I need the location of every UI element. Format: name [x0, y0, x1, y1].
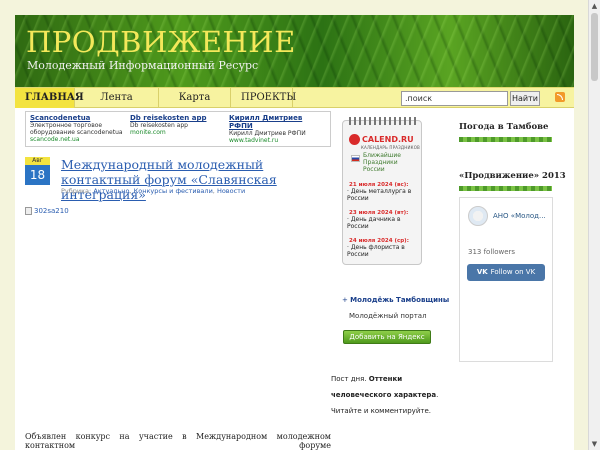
ad-title[interactable]: Кирилл Дмитриев РФПИ	[229, 114, 328, 130]
nav-item-home[interactable]: ГЛАВНАЯ	[15, 88, 84, 108]
calendar-rings-icon	[349, 117, 417, 125]
calendar-widget[interactable]: CALEND.RU КАЛЕНДАРЬ ПРАЗДНИКОВ Ближайшие…	[342, 117, 422, 265]
post-date-month: Авг	[25, 157, 50, 165]
holiday-name: · День флориста в России	[347, 244, 405, 258]
nav-item-news-feed[interactable]: Лента новостей.	[75, 88, 159, 123]
post-title-link[interactable]: Международный молодежный контактный фору…	[61, 157, 331, 202]
ad-text: Кирилл Дмитриев РФПИ	[229, 130, 306, 137]
vk-divider	[459, 186, 552, 191]
holidays-heading[interactable]: Ближайшие Праздники России	[363, 152, 419, 173]
main-nav: ГЛАВНАЯ Лента новостей. Карта сайта ПРОЕ…	[15, 87, 574, 123]
holiday-item[interactable]: 21 июля 2024 (вс): · День металлурга в Р…	[347, 182, 419, 202]
vk-group-name[interactable]: АНО «Молод...	[493, 212, 546, 220]
ad-url[interactable]: monite.com	[130, 129, 229, 136]
scroll-down-arrow-icon[interactable]: ▼	[589, 438, 600, 450]
scroll-up-arrow-icon[interactable]: ▲	[589, 0, 600, 12]
vk-widget: АНО «Молод... 313 followers VK Follow on …	[459, 197, 553, 362]
weather-divider	[459, 137, 552, 142]
rubric-link[interactable]: Актуально	[93, 187, 129, 195]
holiday-name: · День металлурга в России	[347, 188, 412, 202]
rubric-label: Рубрика:	[61, 187, 92, 195]
broken-image-icon	[25, 207, 32, 215]
search-input[interactable]: .поиск	[401, 91, 508, 106]
post-rubrics: Рубрика: Актуально, Конкурсы и фестивали…	[61, 187, 246, 195]
site-title[interactable]: ПРОДВИЖЕНИЕ	[26, 25, 296, 59]
header-banner: ПРОДВИЖЕНИЕ Молодежный Информационный Ре…	[15, 15, 574, 87]
add-to-yandex-button[interactable]: Добавить на Яндекс	[343, 330, 431, 344]
post-of-day-prefix: Пост дня.	[331, 375, 367, 383]
post-image-alt: 302sa210	[34, 207, 69, 215]
ad-item[interactable]: Scancodenetua Электронное торговое обору…	[30, 114, 129, 143]
rss-icon[interactable]	[555, 92, 565, 102]
weather-widget-title: Погода в Тамбове	[459, 122, 549, 132]
youth-tambov-link[interactable]: Молодёжь Тамбовщины	[350, 296, 449, 304]
nav-item-site-map[interactable]: Карта сайта	[159, 88, 231, 123]
calendar-logo[interactable]: CALEND.RU	[349, 132, 417, 146]
search-button[interactable]: Найти	[510, 91, 540, 106]
rubric-link[interactable]: Новости	[217, 187, 245, 195]
ad-url[interactable]: scancode.net.ua	[30, 136, 129, 143]
vk-avatar[interactable]	[468, 206, 488, 226]
page-scrollbar[interactable]: ▲ ▼	[588, 0, 600, 450]
post-of-day: Пост дня. Оттенки человеческого характер…	[331, 371, 459, 419]
ad-item[interactable]: Db reisekosten app Db reisekosten app mo…	[130, 114, 229, 136]
vk-follow-label: Follow on VK	[490, 268, 536, 276]
holiday-name: · День дачника в России	[347, 216, 401, 230]
ad-title[interactable]: Db reisekosten app	[130, 114, 229, 122]
ad-text: Db reisekosten app	[130, 122, 188, 129]
page-container: ПРОДВИЖЕНИЕ Молодежный Информационный Ре…	[15, 15, 574, 450]
scrollbar-thumb[interactable]	[591, 13, 598, 81]
post-date-badge: Авг 18	[25, 157, 50, 185]
vk-widget-title: «Продвижение» 2013	[459, 171, 566, 181]
rubric-link[interactable]: Конкурсы и фестивали	[134, 187, 213, 195]
russia-flag-icon	[351, 155, 360, 162]
holiday-item[interactable]: 24 июля 2024 (ср): · День флориста в Рос…	[347, 238, 419, 258]
post-excerpt: Объявлен конкурс на участие в Международ…	[25, 432, 331, 450]
vk-followers-count: 313 followers	[468, 248, 516, 256]
site-subtitle: Молодежный Информационный Ресурс	[27, 59, 259, 72]
calendar-logo-subtitle: КАЛЕНДАРЬ ПРАЗДНИКОВ	[361, 145, 420, 150]
post-date-day: 18	[25, 165, 50, 185]
ad-block: Scancodenetua Электронное торговое обору…	[25, 111, 331, 147]
nav-item-projects[interactable]: ПРОЕКТЫ	[231, 88, 296, 108]
ad-url[interactable]: www.tadvinet.ru	[229, 137, 328, 144]
calendar-icon	[349, 133, 360, 145]
calendar-logo-text: CALEND.RU	[362, 134, 414, 144]
plus-icon: +	[342, 296, 348, 304]
holiday-item[interactable]: 23 июля 2024 (вт): · День дачника в Росс…	[347, 210, 419, 230]
vk-logo-icon: VK	[476, 268, 488, 276]
ad-item[interactable]: Кирилл Дмитриев РФПИ Кирилл Дмитриев РФП…	[229, 114, 328, 144]
youth-link-row: + Молодёжь Тамбовщины	[342, 296, 449, 304]
youth-portal-caption: Молодёжный портал	[349, 312, 427, 320]
ad-title[interactable]: Scancodenetua	[30, 114, 129, 122]
ad-text: Электронное торговое оборудование scanco…	[30, 122, 123, 136]
vk-follow-button[interactable]: VK Follow on VK	[467, 264, 545, 281]
post-image[interactable]: 302sa210	[25, 206, 69, 216]
